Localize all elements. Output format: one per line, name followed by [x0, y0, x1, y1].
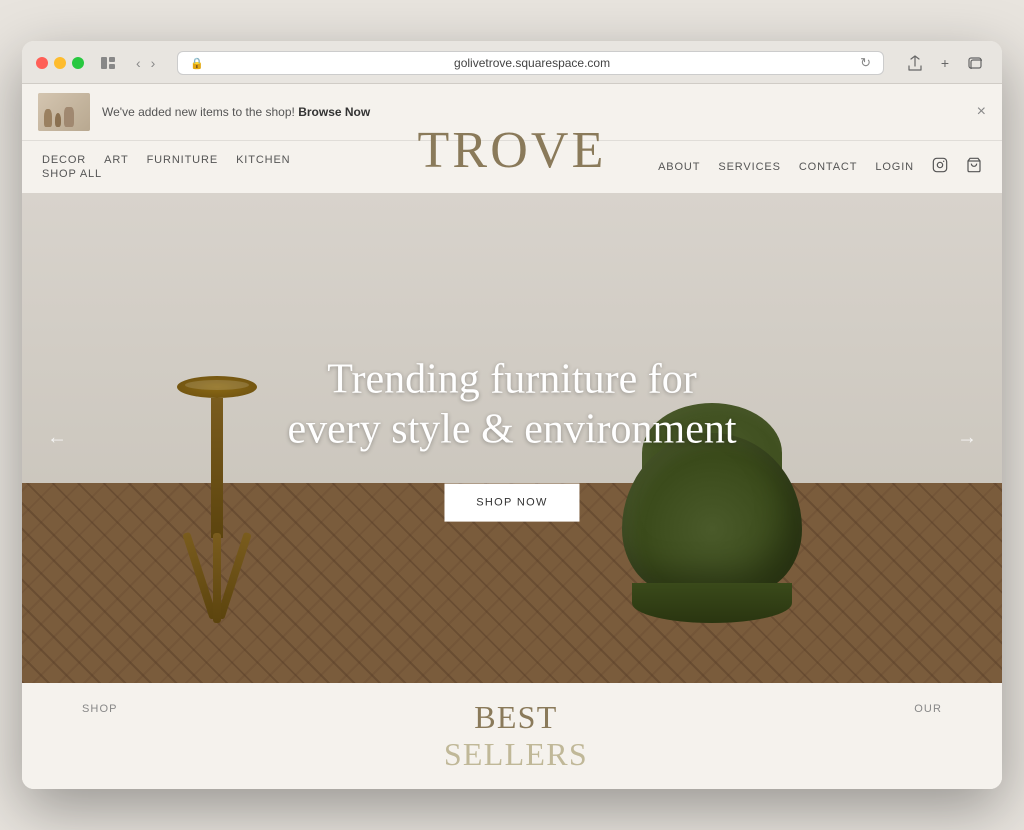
address-bar[interactable]: 🔒 golivetrove.squarespace.com ↻ [177, 51, 884, 75]
best-sellers-title: BEST SELLERS [118, 699, 915, 773]
website-content: We've added new items to the shop! Brows… [22, 84, 1002, 789]
logo-text: TROVE [418, 122, 607, 179]
minimize-button[interactable] [54, 57, 66, 69]
nav-item-about[interactable]: ABOUT [658, 161, 700, 173]
our-label: OUR [914, 703, 942, 715]
stool-top [177, 376, 257, 398]
shop-label: SHOP [82, 703, 118, 715]
nav-item-services[interactable]: SERVICES [718, 161, 780, 173]
url-display: golivetrove.squarespace.com [210, 56, 854, 70]
best-sellers-line2: SELLERS [118, 736, 915, 773]
nav-item-decor[interactable]: DECOR [42, 154, 86, 166]
cart-icon[interactable] [966, 157, 982, 177]
nav-item-login[interactable]: LOGIN [875, 161, 914, 173]
nav-item-art[interactable]: ART [104, 154, 128, 166]
stool-legs [177, 533, 257, 583]
stool-furniture [177, 376, 257, 583]
instagram-icon[interactable] [932, 157, 948, 177]
share-button[interactable] [902, 52, 928, 74]
forward-button[interactable]: › [147, 53, 160, 73]
traffic-lights [36, 57, 84, 69]
nav-item-shop-all[interactable]: SHOP ALL [42, 168, 102, 180]
lock-icon: 🔒 [190, 57, 204, 70]
announcement-thumbnail [38, 93, 90, 131]
hero-next-button[interactable]: → [947, 417, 987, 460]
hero-headline: Trending furniture for every style & env… [287, 355, 736, 456]
browser-window: ‹ › 🔒 golivetrove.squarespace.com ↻ + [22, 41, 1002, 789]
hero-prev-button[interactable]: ← [37, 417, 77, 460]
nav-left: DECOR ART FURNITURE KITCHEN SHOP ALL [42, 154, 291, 180]
hero-section: ← → Trending furniture for every style &… [22, 193, 1002, 683]
site-logo[interactable]: TROVE [418, 125, 607, 177]
sidebar-toggle[interactable] [94, 52, 122, 74]
stool-leg-3 [213, 533, 221, 623]
back-button[interactable]: ‹ [132, 53, 145, 73]
hero-headline-line1: Trending furniture for [327, 357, 696, 403]
site-navigation: DECOR ART FURNITURE KITCHEN SHOP ALL TRO… [22, 141, 1002, 193]
close-button[interactable] [36, 57, 48, 69]
announcement-cta-text: Browse Now [298, 105, 370, 119]
new-tab-button[interactable]: + [932, 52, 958, 74]
nav-item-contact[interactable]: CONTACT [799, 161, 858, 173]
below-hero-section: SHOP BEST SELLERS OUR [22, 683, 1002, 789]
announcement-close-button[interactable]: × [977, 104, 986, 120]
best-sellers-line1: BEST [118, 699, 915, 736]
reload-button[interactable]: ↻ [860, 55, 871, 71]
hero-content: Trending furniture for every style & env… [287, 355, 736, 522]
nav-item-furniture[interactable]: FURNITURE [147, 154, 218, 166]
maximize-button[interactable] [72, 57, 84, 69]
tabs-button[interactable] [962, 52, 988, 74]
hero-headline-line2: every style & environment [287, 407, 736, 453]
nav-item-kitchen[interactable]: KITCHEN [236, 154, 290, 166]
nav-right: ABOUT SERVICES CONTACT LOGIN [658, 157, 982, 177]
stool-stem [211, 398, 223, 538]
browser-chrome: ‹ › 🔒 golivetrove.squarespace.com ↻ + [22, 41, 1002, 84]
shop-now-button[interactable]: SHOP NOW [444, 483, 579, 521]
announcement-text: We've added new items to the shop! Brows… [102, 105, 370, 119]
